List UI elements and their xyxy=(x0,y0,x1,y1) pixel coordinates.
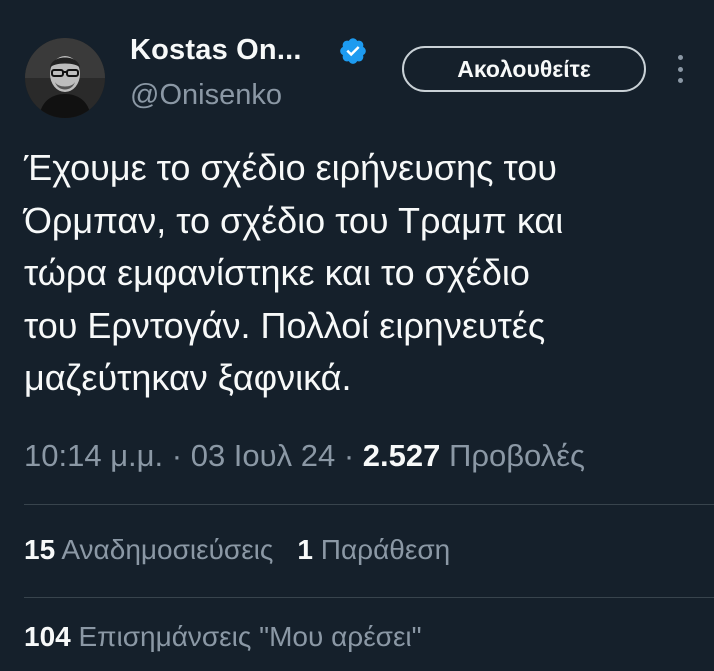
likes-link[interactable]: 104 Επισημάνσεις "Μου αρέσει" xyxy=(24,621,422,652)
likes-count: 104 xyxy=(24,621,71,652)
quotes-count: 1 xyxy=(297,534,313,565)
quotes-link[interactable]: 1 Παράθεση xyxy=(297,534,450,565)
quotes-label: Παράθεση xyxy=(320,534,451,565)
avatar[interactable] xyxy=(25,38,105,118)
tweet-line: μαζεύτηκαν ξαφνικά. xyxy=(24,357,352,398)
reposts-count: 15 xyxy=(24,534,56,565)
reposts-label: Αναδημοσιεύσεις xyxy=(61,534,274,565)
tweet-line: Όρμπαν, το σχέδιο του Τραμπ και xyxy=(24,199,564,241)
more-vertical-icon[interactable] xyxy=(668,52,692,86)
views-label: Προβολές xyxy=(448,438,585,473)
meta-separator: · xyxy=(335,438,363,473)
more-dot xyxy=(677,66,683,72)
meta-separator: · xyxy=(163,438,191,473)
verified-badge-icon[interactable] xyxy=(338,36,368,66)
avatar-photo xyxy=(25,38,105,118)
likes-row: 104 Επισημάνσεις "Μου αρέσει" xyxy=(24,621,422,653)
likes-label: Επισημάνσεις "Μου αρέσει" xyxy=(78,621,422,652)
tweet-time[interactable]: 10:14 μ.μ. xyxy=(24,438,163,473)
handle[interactable]: @Onisenko xyxy=(130,79,282,112)
reposts-link[interactable]: 15 Αναδημοσιεύσεις xyxy=(24,534,273,565)
tweet-line: Έχουμε το σχέδιο ειρήνευσης του xyxy=(24,147,557,188)
views-count: 2.527 xyxy=(362,438,441,473)
tweet-date[interactable]: 03 Ιουλ 24 xyxy=(191,438,336,473)
tweet-meta: 10:14 μ.μ. · 03 Ιουλ 24 · 2.527 Προβολές xyxy=(24,438,585,474)
more-dot xyxy=(677,78,683,83)
reposts-quotes-row: 15 Αναδημοσιεύσεις 1 Παράθεση xyxy=(24,534,450,566)
following-button[interactable]: Ακολουθείτε xyxy=(402,46,646,92)
tweet-line: τώρα εμφανίστηκε και το σχέδιο xyxy=(24,252,530,293)
more-dot xyxy=(677,55,683,60)
divider xyxy=(24,597,714,598)
divider xyxy=(24,504,714,505)
tweet-text: Έχουμε το σχέδιο ειρήνευσης του Όρμπαν, … xyxy=(24,142,704,405)
display-name[interactable]: Kostas On... xyxy=(130,34,302,67)
tweet-line: του Ερντογάν. Πολλοί ειρηνευτές xyxy=(24,304,546,346)
